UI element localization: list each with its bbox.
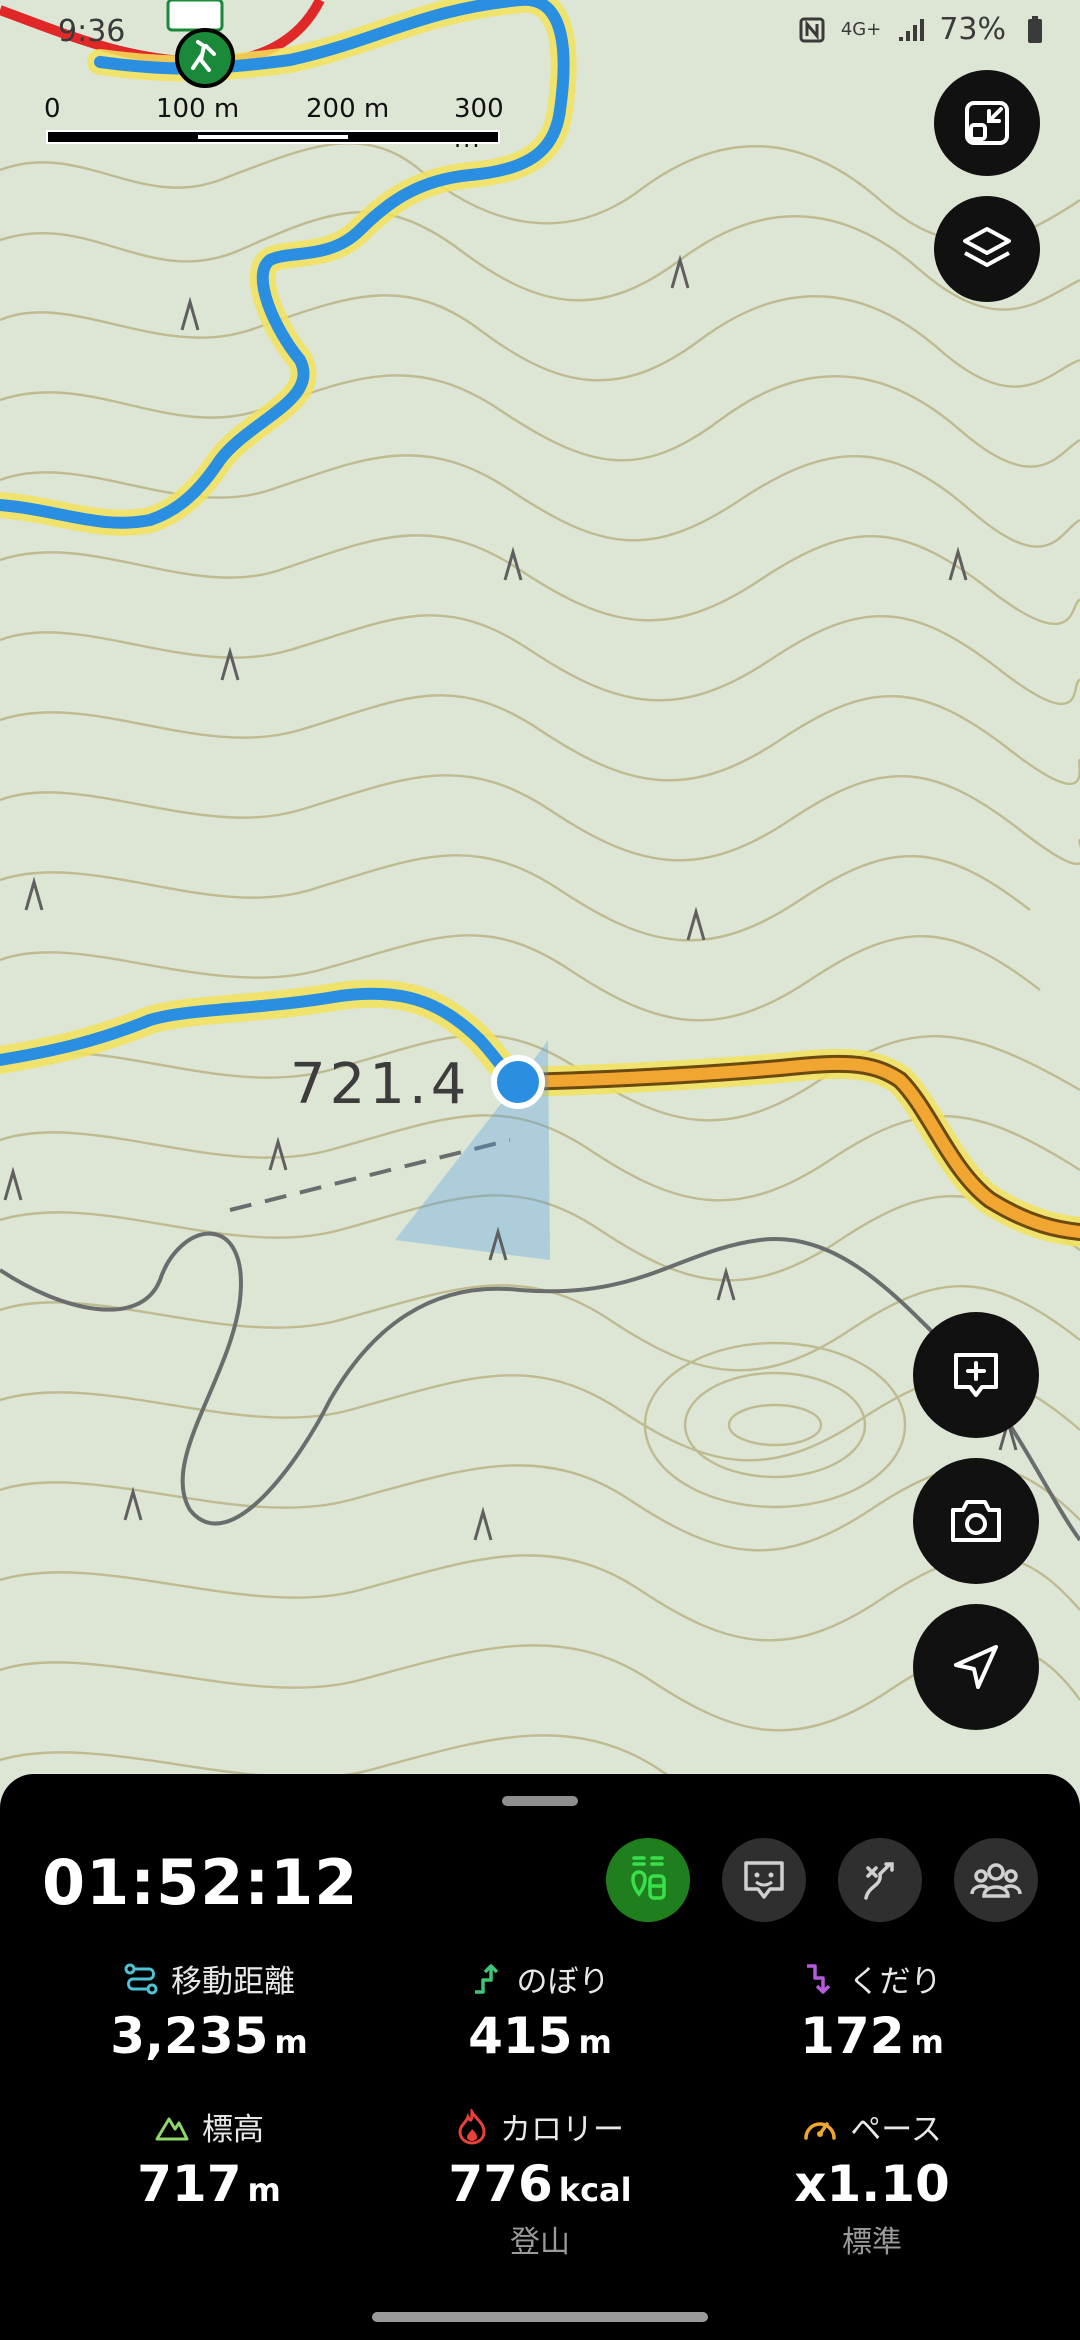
stat-altitude-value: 717 bbox=[137, 2155, 242, 2213]
stat-calories-value: 776 bbox=[448, 2155, 553, 2213]
elevation-spot-label: 721.4 bbox=[290, 1052, 471, 1117]
stat-descent: くだり 172 m bbox=[692, 1956, 1052, 2065]
stat-descent-value: 172 bbox=[800, 2007, 905, 2065]
battery-icon bbox=[1020, 15, 1050, 45]
scale-label-300: 300 m bbox=[454, 94, 504, 154]
ascent-arrow-icon bbox=[474, 1963, 498, 1994]
stat-descent-unit: m bbox=[910, 2023, 944, 2061]
panel-drag-handle[interactable] bbox=[502, 1796, 578, 1806]
camera-icon bbox=[951, 1500, 1001, 1542]
hiker-pair-icon bbox=[631, 1856, 666, 1900]
route-button[interactable] bbox=[838, 1838, 922, 1922]
hiker-mode-button[interactable] bbox=[606, 1838, 690, 1922]
home-indicator[interactable] bbox=[372, 2312, 708, 2322]
stat-ascent-value: 415 bbox=[468, 2007, 573, 2065]
add-comment-icon bbox=[954, 1353, 998, 1397]
nfc-icon bbox=[797, 15, 827, 45]
flame-icon bbox=[458, 2108, 486, 2145]
scale-label-0: 0 bbox=[44, 94, 61, 124]
scale-bar-line bbox=[46, 130, 500, 144]
chat-face-icon bbox=[744, 1861, 784, 1899]
current-location-dot bbox=[491, 1055, 545, 1109]
stat-pace-label: ペース bbox=[850, 2112, 942, 2148]
stat-distance: 移動距離 3,235 m bbox=[29, 1956, 389, 2065]
stat-ascent-unit: m bbox=[578, 2023, 612, 2061]
group-icon bbox=[970, 1863, 1022, 1898]
distance-route-icon bbox=[124, 1963, 158, 1994]
navigation-arrow-icon bbox=[954, 1645, 998, 1689]
speedometer-icon bbox=[804, 2121, 837, 2140]
mountain-icon bbox=[155, 2117, 189, 2140]
stat-pace-level: 標準 bbox=[842, 2225, 902, 2260]
signal-icon bbox=[895, 15, 925, 45]
status-icons: 4G+ 73% bbox=[797, 12, 1050, 47]
layers-icon bbox=[963, 227, 1011, 267]
stat-altitude-unit: m bbox=[247, 2171, 281, 2209]
status-time: 9:36 bbox=[58, 14, 126, 49]
stat-descent-label: くだり bbox=[848, 1964, 942, 2000]
stat-distance-value: 3,235 bbox=[110, 2007, 269, 2065]
network-type: 4G+ bbox=[840, 19, 882, 40]
stat-pace: ペース x1.10 標準 bbox=[692, 2104, 1052, 2261]
descent-arrow-icon bbox=[806, 1963, 830, 1994]
camera-button[interactable] bbox=[913, 1458, 1039, 1584]
stat-distance-label: 移動距離 bbox=[171, 1964, 295, 2000]
stat-calories: カロリー 776 kcal 登山 bbox=[360, 2104, 720, 2261]
stat-ascent: のぼり 415 m bbox=[360, 1956, 720, 2065]
map-layers-button[interactable] bbox=[934, 196, 1040, 302]
stat-altitude-label: 標高 bbox=[202, 2112, 264, 2148]
route-branch-icon bbox=[864, 1862, 894, 1900]
activity-panel: 01:52:12 移動距離 3,235 m のぼり 415 m くだり 172 … bbox=[0, 1774, 1080, 2340]
stat-calories-label: カロリー bbox=[500, 2112, 624, 2148]
shrink-map-button[interactable] bbox=[934, 70, 1040, 176]
map-scale-bar: 0 100 m 200 m 300 m bbox=[44, 94, 504, 154]
stat-calories-activity: 登山 bbox=[510, 2225, 570, 2260]
chat-button[interactable] bbox=[722, 1838, 806, 1922]
scale-label-100: 100 m bbox=[156, 94, 240, 124]
stat-calories-unit: kcal bbox=[558, 2171, 632, 2209]
stat-pace-value: x1.10 bbox=[794, 2155, 950, 2213]
elapsed-timer: 01:52:12 bbox=[42, 1846, 359, 1919]
stat-distance-unit: m bbox=[274, 2023, 308, 2061]
add-memo-button[interactable] bbox=[913, 1312, 1039, 1438]
navigate-button[interactable] bbox=[913, 1604, 1039, 1730]
battery-level: 73% bbox=[939, 12, 1006, 47]
shrink-icon bbox=[965, 101, 1009, 145]
group-button[interactable] bbox=[954, 1838, 1038, 1922]
stat-altitude: 標高 717 m bbox=[29, 2104, 389, 2213]
scale-label-200: 200 m bbox=[306, 94, 390, 124]
stat-ascent-label: のぼり bbox=[516, 1964, 610, 2000]
